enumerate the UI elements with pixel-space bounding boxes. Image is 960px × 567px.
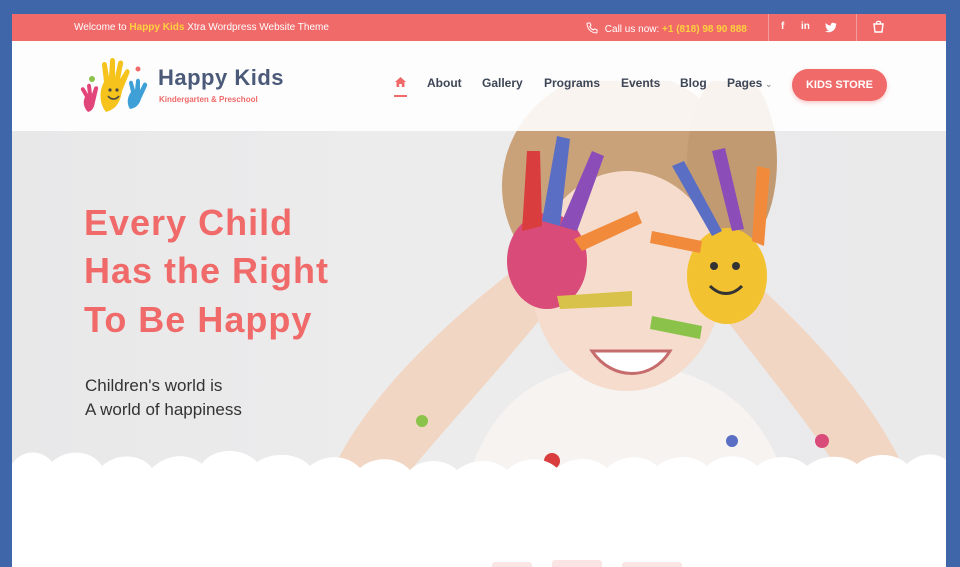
welcome-prefix: Welcome to [74,22,127,33]
twitter-icon[interactable] [825,22,837,33]
phone-icon [586,22,598,34]
nav-blog[interactable]: Blog [680,76,707,90]
nav-pages-label: Pages [727,76,763,90]
facebook-icon[interactable]: f [781,21,784,32]
welcome-brand[interactable]: Happy Kids [129,22,184,33]
logo-subtitle: Kindergarten & Preschool [159,95,258,104]
nav-pages[interactable]: Pages ⌄ [727,76,772,90]
cloud-divider [12,450,946,567]
welcome-suffix: Xtra Wordpress Website Theme [187,22,329,33]
divider [856,14,857,41]
divider [768,14,769,41]
call-label: Call us now: [604,24,660,35]
hero-subline-2: A world of happiness [85,400,242,419]
active-nav-indicator [394,95,407,97]
section-heading-partial [492,560,682,567]
hero-headline-line-1: Every Child [84,202,294,243]
chevron-down-icon: ⌄ [765,80,773,89]
call-info: Call us now: +1 (818) 98 90 888 [586,22,747,35]
site-header: Happy Kids Kindergarten & Preschool Abou… [12,41,946,131]
cart-icon[interactable] [872,20,885,33]
logo-title[interactable]: Happy Kids [158,65,284,91]
nav-events[interactable]: Events [621,76,660,90]
phone-number[interactable]: +1 (818) 98 90 888 [662,24,747,35]
nav-about[interactable]: About [427,76,462,90]
kids-store-button[interactable]: KIDS STORE [792,69,887,101]
nav-programs[interactable]: Programs [544,76,600,90]
hands-logo-icon[interactable] [78,57,148,115]
hero-subline-1: Children's world is [85,376,223,395]
top-info-bar: Welcome to Happy Kids Xtra Wordpress Web… [12,14,946,41]
linkedin-icon[interactable]: in [801,21,810,32]
hero-headline-line-2: Has the Right [84,250,330,291]
nav-gallery[interactable]: Gallery [482,76,523,90]
welcome-text: Welcome to Happy Kids Xtra Wordpress Web… [74,22,329,33]
home-icon[interactable] [394,76,407,88]
hero-headline-line-3: To Be Happy [84,299,313,340]
browser-page: Welcome to Happy Kids Xtra Wordpress Web… [12,14,946,567]
